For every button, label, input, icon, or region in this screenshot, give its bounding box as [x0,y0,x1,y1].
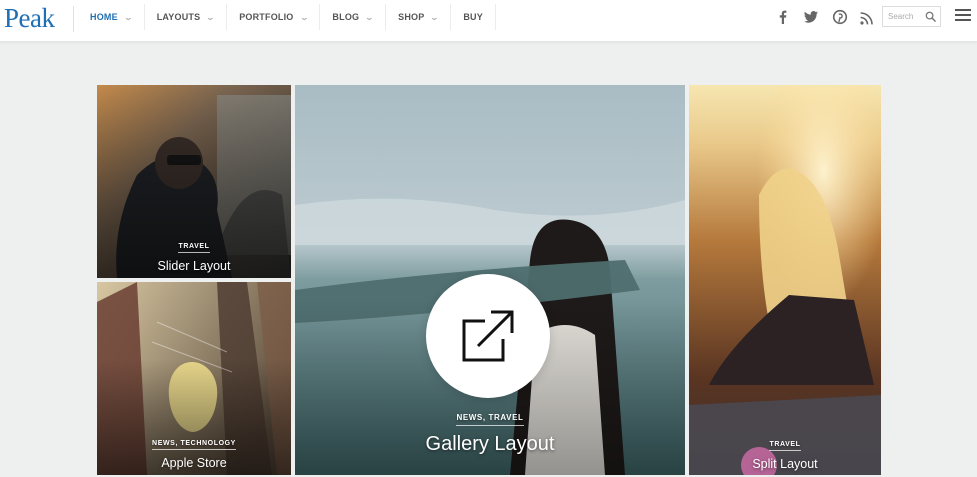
post-title[interactable]: Slider Layout [97,259,291,273]
nav-item-shop[interactable]: SHOP ⌄ [386,4,452,30]
pinterest-icon[interactable] [832,9,848,25]
nav-item-layouts[interactable]: LAYOUTS ⌄ [145,4,228,30]
post-meta: TRAVEL Split Layout [689,433,881,471]
facebook-icon[interactable] [775,9,791,25]
chevron-down-icon: ⌄ [205,12,216,22]
search-box [882,6,941,27]
post-title[interactable]: Gallery Layout [295,433,685,456]
post-category[interactable]: TRAVEL [769,441,801,451]
rss-icon[interactable] [859,10,875,26]
site-logo[interactable]: Peak [4,3,55,34]
nav-label: HOME [90,12,118,22]
nav-item-blog[interactable]: BLOG ⌄ [320,4,387,30]
nav-item-home[interactable]: HOME ⌄ [78,4,145,30]
main-nav: HOME ⌄ LAYOUTS ⌄ PORTFOLIO ⌄ BLOG ⌄ SHOP… [78,0,496,34]
site-header: Peak HOME ⌄ LAYOUTS ⌄ PORTFOLIO ⌄ BLOG ⌄… [0,0,977,42]
nav-label: BLOG [332,12,360,22]
logo-divider [73,6,74,32]
chevron-down-icon: ⌄ [364,12,375,22]
open-post-button[interactable] [426,274,550,398]
nav-item-portfolio[interactable]: PORTFOLIO ⌄ [227,4,321,30]
post-tile-apple-store[interactable]: NEWS, TECHNOLOGY Apple Store [97,282,291,475]
hamburger-menu-icon[interactable] [955,8,971,22]
nav-label: BUY [463,12,483,22]
post-tile-slider-layout[interactable]: TRAVEL Slider Layout [97,85,291,278]
post-tile-split-layout[interactable]: TRAVEL Split Layout [689,85,881,475]
twitter-icon[interactable] [803,9,819,25]
external-link-icon [462,310,514,362]
post-title[interactable]: Split Layout [689,457,881,471]
nav-label: SHOP [398,12,425,22]
chevron-down-icon: ⌄ [430,12,440,22]
nav-label: PORTFOLIO [239,12,294,22]
post-meta: NEWS, TRAVEL Gallery Layout [295,407,685,456]
search-input[interactable] [883,7,925,26]
post-category[interactable]: NEWS, TECHNOLOGY [152,440,236,450]
post-title[interactable]: Apple Store [97,456,291,470]
post-category[interactable]: TRAVEL [178,243,210,253]
post-category[interactable]: NEWS, TRAVEL [456,413,524,426]
post-image [689,85,881,475]
chevron-down-icon: ⌄ [123,12,134,22]
nav-item-buy[interactable]: BUY [451,4,496,30]
post-meta: TRAVEL Slider Layout [97,235,291,273]
nav-label: LAYOUTS [156,12,201,22]
post-meta: NEWS, TECHNOLOGY Apple Store [97,432,291,470]
search-icon[interactable] [925,11,936,22]
chevron-down-icon: ⌄ [299,12,309,22]
